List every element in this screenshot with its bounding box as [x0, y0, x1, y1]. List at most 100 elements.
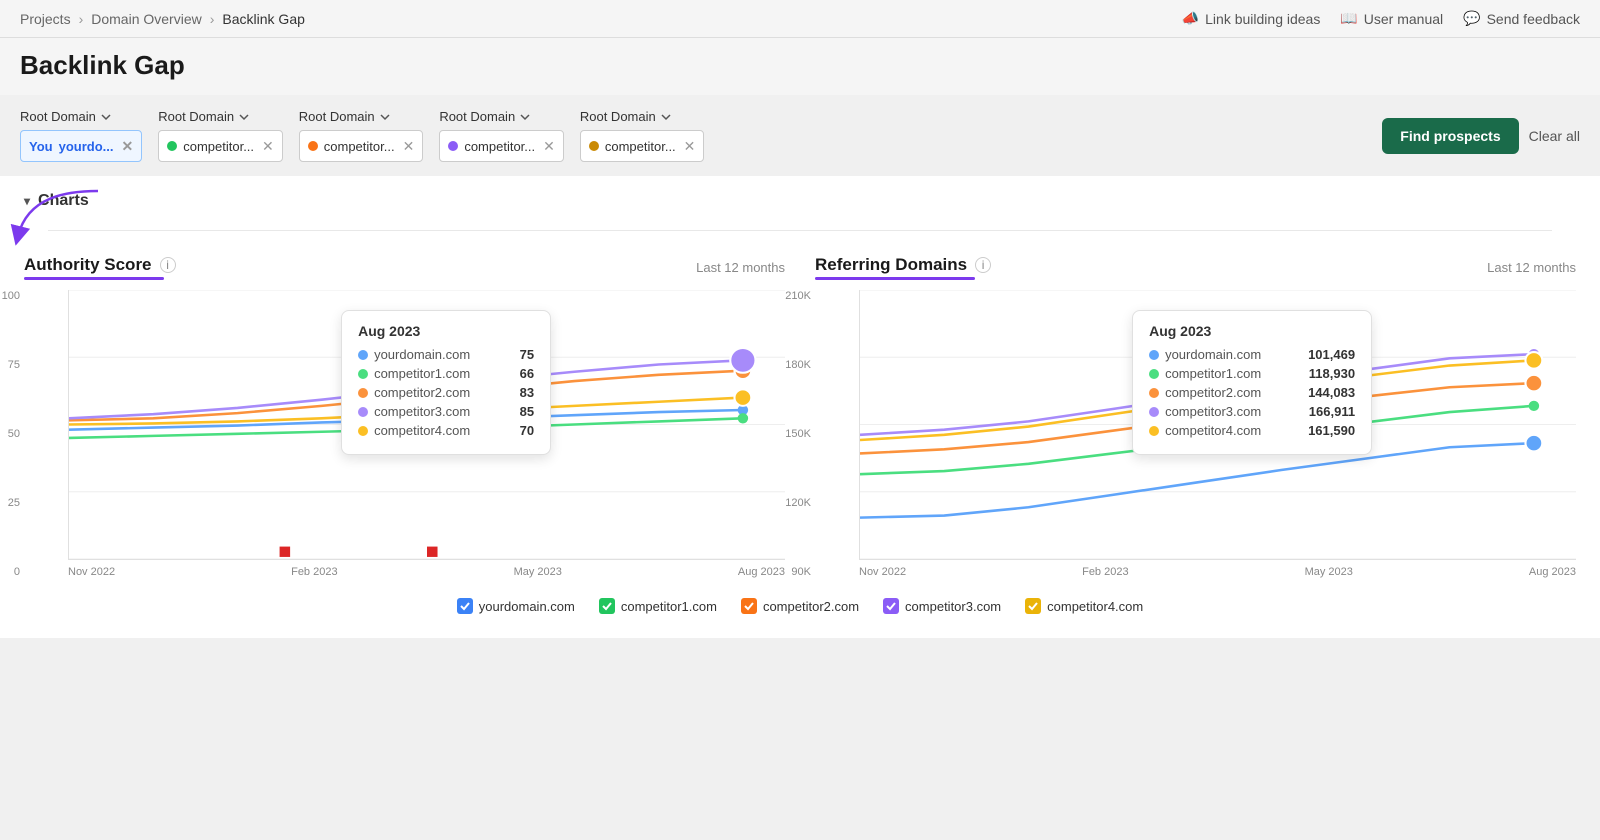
book-icon: 📖 — [1340, 10, 1357, 27]
megaphone-icon: 📣 — [1182, 10, 1199, 27]
chevron-down-icon-4 — [660, 111, 672, 123]
chart2-area-wrapper: 210K 180K 150K 120K 90K — [815, 290, 1576, 578]
chart2-area: Aug 2023 yourdomain.com 101,469 — [859, 290, 1576, 560]
legend-check-3 — [883, 598, 899, 614]
tooltip2-dot-3 — [1149, 407, 1159, 417]
chart2-info-icon[interactable]: i — [975, 257, 991, 273]
tooltip2-domain-3: competitor3.com — [1149, 404, 1261, 419]
charts-header[interactable]: ▾ Charts — [24, 192, 1576, 210]
tooltip1-domain-3: competitor3.com — [358, 404, 470, 419]
chart2-x-nov: Nov 2022 — [859, 566, 906, 578]
chip-value-2: competitor... — [324, 139, 395, 154]
chart1-y-axis: 100 75 50 25 0 — [0, 290, 20, 578]
tooltip2-domain-1: competitor1.com — [1149, 366, 1261, 381]
legend-item-2[interactable]: competitor2.com — [741, 598, 859, 614]
tooltip1-dot-1 — [358, 369, 368, 379]
tooltip2-val-0: 101,469 — [1308, 347, 1355, 362]
legend-item-1[interactable]: competitor1.com — [599, 598, 717, 614]
domain-label-text-1: Root Domain — [158, 109, 234, 124]
chip-value-4: competitor... — [605, 139, 676, 154]
tooltip1-domain-0: yourdomain.com — [358, 347, 470, 362]
breadcrumb-sep1: › — [79, 11, 84, 27]
tooltip2-dot-1 — [1149, 369, 1159, 379]
domain-chip-3: competitor... ✕ — [439, 130, 564, 162]
chip-close-1[interactable]: ✕ — [262, 139, 274, 153]
chart2-title: Referring Domains — [815, 255, 967, 275]
chart1-area-wrapper: 100 75 50 25 0 — [24, 290, 785, 578]
you-label: You — [29, 139, 53, 154]
domain-chip-2: competitor... ✕ — [299, 130, 424, 162]
chart1-info-icon[interactable]: i — [160, 257, 176, 273]
domain-chip-0: You yourdо... ✕ — [20, 130, 142, 162]
chip-dot-3 — [448, 141, 458, 151]
chart1-tooltip: Aug 2023 yourdomain.com 75 — [341, 310, 551, 455]
chevron-down-icon-2 — [379, 111, 391, 123]
domain-label-2[interactable]: Root Domain — [299, 109, 424, 124]
chevron-down-icon-0 — [100, 111, 112, 123]
chart2-x-feb: Feb 2023 — [1082, 566, 1128, 578]
breadcrumb: Projects › Domain Overview › Backlink Ga… — [20, 11, 305, 27]
chart-legend: yourdomain.com competitor1.com competito… — [24, 598, 1576, 614]
tooltip1-domain-4: competitor4.com — [358, 423, 470, 438]
find-prospects-button[interactable]: Find prospects — [1382, 118, 1518, 154]
tooltip1-row-4: competitor4.com 70 — [358, 423, 534, 438]
charts-section: ▾ Charts Authority Score i Last 12 month… — [0, 176, 1600, 638]
chip-close-4[interactable]: ✕ — [684, 139, 696, 153]
breadcrumb-projects[interactable]: Projects — [20, 11, 71, 27]
domain-group-0: Root Domain You yourdо... ✕ — [20, 109, 142, 162]
domain-label-0[interactable]: Root Domain — [20, 109, 142, 124]
chart1-title: Authority Score — [24, 255, 152, 275]
chevron-down-icon-3 — [519, 111, 531, 123]
chip-value-3: competitor... — [464, 139, 535, 154]
chart2-container: Referring Domains i Last 12 months 210K … — [815, 255, 1576, 578]
legend-check-2 — [741, 598, 757, 614]
chart2-x-aug: Aug 2023 — [1529, 566, 1576, 578]
legend-label-3: competitor3.com — [905, 599, 1001, 614]
domain-group-1: Root Domain competitor... ✕ — [158, 109, 283, 162]
user-manual-label: User manual — [1364, 11, 1443, 27]
chart1-y-25: 25 — [0, 497, 20, 509]
clear-all-button[interactable]: Clear all — [1529, 118, 1580, 154]
tooltip1-date: Aug 2023 — [358, 323, 534, 339]
chart2-period: Last 12 months — [1487, 260, 1576, 275]
chip-close-2[interactable]: ✕ — [403, 139, 415, 153]
tooltip2-row-4: competitor4.com 161,590 — [1149, 423, 1355, 438]
chart1-underline — [24, 277, 164, 280]
domain-chip-4: competitor... ✕ — [580, 130, 705, 162]
send-feedback-label: Send feedback — [1487, 11, 1580, 27]
chart1-header: Authority Score i Last 12 months — [24, 255, 785, 280]
main-content: ▾ Charts Authority Score i Last 12 month… — [0, 176, 1600, 638]
domain-label-text-2: Root Domain — [299, 109, 375, 124]
legend-check-1 — [599, 598, 615, 614]
tooltip2-val-2: 144,083 — [1308, 385, 1355, 400]
user-manual-link[interactable]: 📖 User manual — [1340, 10, 1443, 27]
tooltip1-row-1: competitor1.com 66 — [358, 366, 534, 381]
link-building-ideas-link[interactable]: 📣 Link building ideas — [1182, 10, 1321, 27]
legend-check-4 — [1025, 598, 1041, 614]
domain-group-3: Root Domain competitor... ✕ — [439, 109, 564, 162]
domain-label-1[interactable]: Root Domain — [158, 109, 283, 124]
tooltip2-val-1: 118,930 — [1309, 366, 1355, 381]
chip-close-0[interactable]: ✕ — [121, 139, 133, 153]
legend-item-0[interactable]: yourdomain.com — [457, 598, 575, 614]
chart1-y-0: 0 — [0, 566, 20, 578]
check-icon-0 — [460, 601, 470, 611]
legend-item-4[interactable]: competitor4.com — [1025, 598, 1143, 614]
legend-check-0 — [457, 598, 473, 614]
tooltip2-dot-4 — [1149, 426, 1159, 436]
chart2-y-axis: 210K 180K 150K 120K 90K — [773, 290, 811, 578]
domain-label-3[interactable]: Root Domain — [439, 109, 564, 124]
legend-item-3[interactable]: competitor3.com — [883, 598, 1001, 614]
chart2-underline — [815, 277, 975, 280]
breadcrumb-domain-overview[interactable]: Domain Overview — [91, 11, 201, 27]
chip-close-3[interactable]: ✕ — [543, 139, 555, 153]
send-feedback-link[interactable]: 💬 Send feedback — [1463, 10, 1580, 27]
page-title: Backlink Gap — [20, 50, 1580, 95]
chart1-y-75: 75 — [0, 359, 20, 371]
domain-group-4: Root Domain competitor... ✕ — [580, 109, 705, 162]
chart2-x-may: May 2023 — [1305, 566, 1353, 578]
legend-label-4: competitor4.com — [1047, 599, 1143, 614]
tooltip2-date: Aug 2023 — [1149, 323, 1355, 339]
chart2-y-120k: 120K — [773, 497, 811, 509]
domain-label-4[interactable]: Root Domain — [580, 109, 705, 124]
